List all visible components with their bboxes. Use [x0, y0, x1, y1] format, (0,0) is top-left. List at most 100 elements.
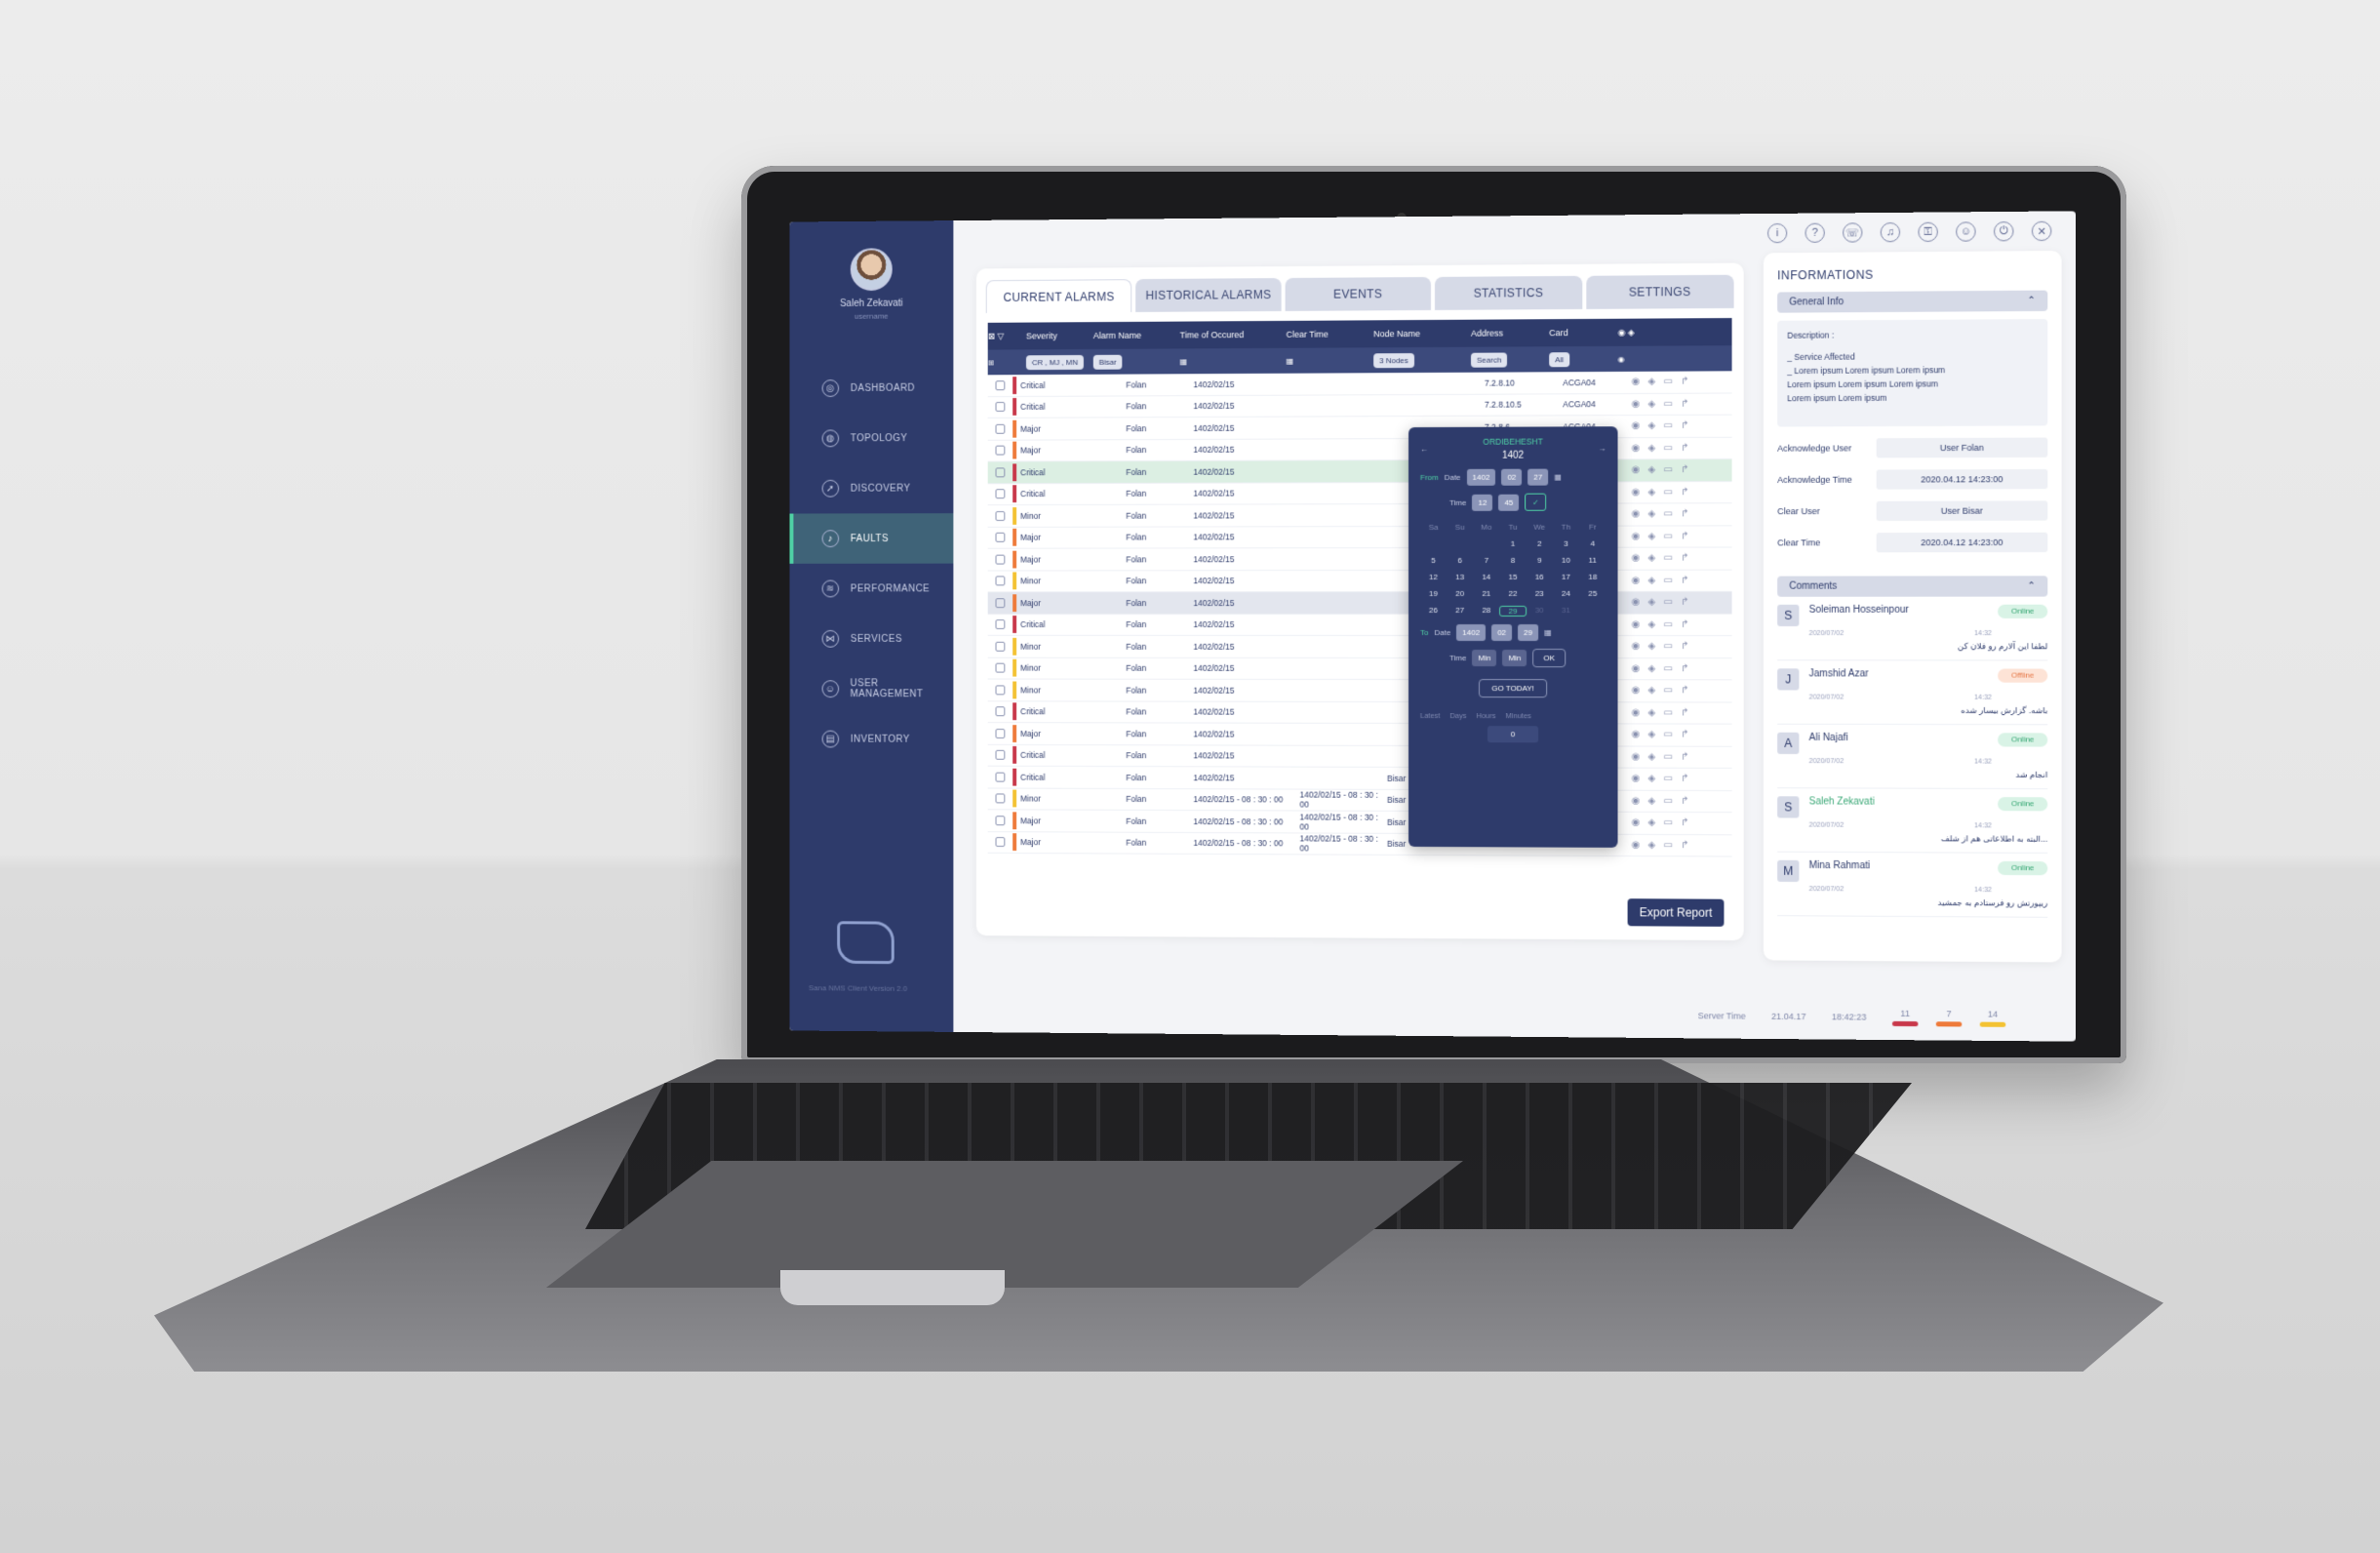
comment-icon[interactable]: ▭ [1663, 399, 1673, 410]
tag-icon[interactable]: ◈ [1647, 774, 1655, 784]
tag-icon[interactable]: ◈ [1647, 509, 1655, 520]
user-avatar[interactable] [851, 248, 892, 291]
row-checkbox[interactable] [996, 402, 1006, 412]
tab-settings[interactable]: SETTINGS [1586, 275, 1734, 309]
calendar-year[interactable]: 1402 [1483, 451, 1543, 461]
comment-icon[interactable]: ▭ [1663, 464, 1673, 475]
table-row[interactable]: MajorFolan1402/02/157.2.8.6ACGA04◉◈▭↱ [988, 526, 1732, 549]
alarm-count[interactable]: 14 [1980, 1009, 2006, 1026]
column-header-address[interactable]: Address [1471, 328, 1549, 338]
eye-icon[interactable]: ◉ [1632, 817, 1641, 828]
tag-icon[interactable]: ◈ [1647, 377, 1655, 387]
row-checkbox[interactable] [996, 554, 1006, 564]
sidebar-item-topology[interactable]: ◍ TOPOLOGY [790, 413, 954, 463]
row-checkbox[interactable] [996, 619, 1006, 629]
table-row[interactable]: Major Folan 1402/02/15 - 08 : 30 : 00 1402/… [988, 810, 1732, 835]
latest-radio[interactable]: Latest [1420, 711, 1440, 720]
forward-icon[interactable]: ↱ [1681, 531, 1688, 541]
address-search-input[interactable]: Search [1471, 352, 1507, 367]
severity-filter-chip[interactable]: CR , MJ , MN [1026, 354, 1084, 369]
comment-icon[interactable]: ▭ [1663, 575, 1673, 585]
row-checkbox[interactable] [996, 794, 1006, 804]
calendar-day[interactable]: 9 [1527, 556, 1553, 565]
table-row[interactable]: MinorFolan1402/02/157.2.8.6ACGA04◉◈▭↱ [988, 570, 1732, 592]
select-all-checkbox[interactable]: ⊠ ▽ [988, 331, 1026, 341]
comment-icon[interactable]: ▭ [1663, 420, 1673, 431]
table-row[interactable]: CriticalFolan1402/02/15Bisar7.2.8.6ACGA0… [988, 767, 1732, 791]
row-checkbox[interactable] [996, 663, 1006, 673]
hours-radio[interactable]: Hours [1477, 711, 1496, 720]
comment-icon[interactable]: ▭ [1663, 377, 1673, 387]
from-minute-field[interactable]: 45 [1498, 494, 1519, 510]
row-checkbox[interactable] [996, 707, 1006, 717]
eye-icon[interactable]: ◉ [1632, 774, 1641, 784]
tag-icon[interactable]: ◈ [1647, 730, 1655, 740]
eye-icon[interactable]: ◉ [1632, 377, 1641, 387]
calendar-day[interactable]: 29 [1499, 606, 1526, 617]
speaker-icon[interactable]: ♫ [1881, 222, 1900, 242]
calendar-day[interactable]: 18 [1579, 573, 1606, 581]
calendar-day[interactable]: 17 [1553, 573, 1579, 581]
calendar-day[interactable]: 23 [1527, 589, 1553, 598]
tag-icon[interactable]: ◈ [1647, 553, 1655, 564]
calendar-day[interactable]: 25 [1579, 589, 1606, 598]
column-header-alarm-name[interactable]: Alarm Name [1093, 331, 1180, 340]
calendar-day[interactable]: 8 [1499, 556, 1526, 565]
calendar-icon[interactable]: ▦ [1554, 473, 1562, 482]
column-header-card[interactable]: Card [1549, 328, 1617, 338]
forward-icon[interactable]: ↱ [1681, 464, 1688, 475]
eye-icon[interactable]: ◉ [1632, 443, 1641, 454]
days-radio[interactable]: Days [1449, 711, 1466, 720]
to-label[interactable]: To [1420, 628, 1428, 637]
sidebar-item-services[interactable]: ⋈ SERVICES [790, 614, 954, 663]
eye-icon[interactable]: ◉ [1632, 840, 1641, 851]
calendar-day[interactable]: 3 [1553, 539, 1579, 548]
row-checkbox[interactable] [996, 772, 1006, 781]
prev-month-icon[interactable]: ← [1420, 445, 1428, 454]
comment-icon[interactable]: ▭ [1663, 686, 1673, 697]
forward-icon[interactable]: ↱ [1681, 707, 1688, 718]
comment-icon[interactable]: ▭ [1663, 774, 1673, 784]
comment-icon[interactable]: ▭ [1663, 707, 1673, 718]
table-row[interactable]: MinorFolan1402/02/157.2.8.6ACGA04◉◈▭↱ [988, 503, 1732, 527]
eye-icon[interactable]: ◉ [1632, 686, 1641, 697]
forward-icon[interactable]: ↱ [1681, 774, 1688, 784]
from-day-field[interactable]: 27 [1527, 469, 1548, 486]
tab-historical-alarms[interactable]: HISTORICAL ALARMS [1136, 278, 1282, 312]
eye-icon[interactable]: ◉ [1632, 663, 1641, 674]
tab-current-alarms[interactable]: CURRENT ALARMS [986, 279, 1132, 313]
comment-icon[interactable]: ▭ [1663, 840, 1673, 851]
table-row[interactable]: MinorFolan1402/02/157.2.8.6ACGA04◉◈▭↱ [988, 657, 1732, 680]
tag-icon[interactable]: ◈ [1647, 420, 1655, 431]
tag-icon[interactable]: ◈ [1647, 817, 1655, 828]
row-checkbox[interactable] [996, 642, 1006, 652]
tab-statistics[interactable]: STATISTICS [1435, 276, 1582, 310]
comment-item[interactable]: S Saleh Zekavati Online 2020/07/02 14:32 البت… [1777, 788, 2047, 854]
calendar-day[interactable]: 5 [1420, 556, 1447, 565]
eye-icon[interactable]: ◉ [1632, 619, 1641, 630]
alarm-name-filter-chip[interactable]: Bisar [1093, 354, 1123, 369]
from-month-field[interactable]: 02 [1501, 469, 1522, 486]
alarm-count[interactable]: 11 [1892, 1009, 1918, 1026]
tag-icon[interactable]: ◈ [1647, 464, 1655, 475]
table-row[interactable]: MinorFolan1402/02/157.2.8.6ACGA04◉◈▭↱ [988, 636, 1732, 658]
row-checkbox[interactable] [996, 467, 1006, 477]
tag-icon[interactable]: ◈ [1647, 686, 1655, 697]
column-header-severity[interactable]: Severity [1026, 331, 1093, 340]
row-checkbox[interactable] [996, 837, 1006, 847]
calendar-day[interactable]: 31 [1553, 606, 1579, 617]
eye-icon[interactable]: ◉ [1632, 420, 1641, 431]
calendar-icon[interactable]: ▦ [1544, 628, 1552, 637]
comment-icon[interactable]: ▭ [1663, 796, 1673, 807]
sidebar-item-dashboard[interactable]: ◎ DASHBOARD [790, 363, 954, 414]
tag-icon[interactable]: ◈ [1647, 399, 1655, 410]
comment-icon[interactable]: ▭ [1663, 553, 1673, 564]
forward-icon[interactable]: ↱ [1681, 730, 1688, 740]
row-checkbox[interactable] [996, 446, 1006, 456]
row-checkbox[interactable] [996, 424, 1006, 434]
eye-icon[interactable]: ◉ [1632, 509, 1641, 520]
row-checkbox[interactable] [996, 816, 1006, 825]
node-filter-chip[interactable]: 3 Nodes [1373, 353, 1414, 368]
forward-icon[interactable]: ↱ [1681, 575, 1688, 585]
table-row[interactable]: CriticalFolan1402/02/157.2.8.6.7ACGA04◉◈… [988, 701, 1732, 725]
